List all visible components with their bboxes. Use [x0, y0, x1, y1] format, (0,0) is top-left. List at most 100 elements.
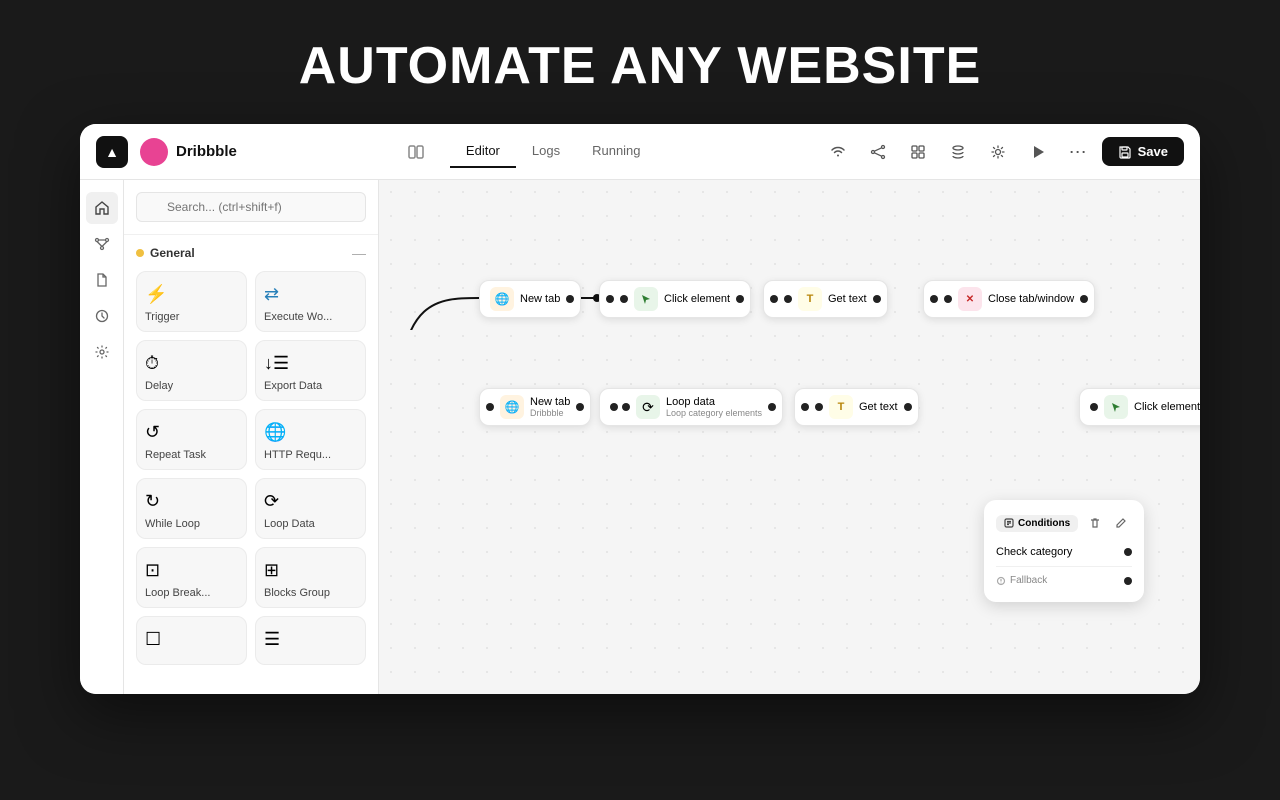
tab-bar: Editor Logs Running	[450, 135, 657, 168]
new-tab-bottom-icon: 🌐	[500, 395, 524, 419]
flow-node-new-tab-bottom[interactable]: 🌐 New tab Dribbble	[479, 388, 591, 426]
more-icon-button[interactable]: ⋯	[1062, 136, 1094, 168]
new-tab-bottom-sublabel: Dribbble	[530, 408, 570, 418]
save-button[interactable]: Save	[1102, 137, 1184, 166]
new-tab-top-port-right[interactable]	[566, 295, 574, 303]
condition-delete-button[interactable]	[1084, 512, 1106, 534]
loop-data-label: Loop data	[666, 396, 762, 408]
click-element-bottom-port-left[interactable]	[1090, 403, 1098, 411]
brand-dot	[140, 138, 168, 166]
stack-icon-button[interactable]	[942, 136, 974, 168]
tab-logs[interactable]: Logs	[516, 135, 576, 168]
panel-item-http-request[interactable]: 🌐 HTTP Requ...	[255, 409, 366, 470]
condition-edit-button[interactable]	[1110, 512, 1132, 534]
panel-item-execute-workflow-label: Execute Wo...	[264, 311, 332, 323]
get-text-top-port-l2[interactable]	[784, 295, 792, 303]
blocks-group-icon: ⊞	[264, 560, 279, 581]
panel-item-export-data[interactable]: ↓☰ Export Data	[255, 340, 366, 401]
search-input[interactable]	[136, 192, 366, 222]
sidebar-item-workflows[interactable]	[86, 228, 118, 260]
panel-item-repeat-task-label: Repeat Task	[145, 449, 206, 461]
panel-item-11[interactable]: ☐	[136, 616, 247, 665]
gear-icon-button[interactable]	[982, 136, 1014, 168]
condition-actions	[1084, 512, 1132, 534]
panel-item-loop-data[interactable]: ⟳ Loop Data	[255, 478, 366, 539]
flow-node-click-element-bottom[interactable]: Click element	[1079, 388, 1200, 426]
condition-check-category-port[interactable]	[1124, 548, 1132, 556]
section-title: General	[136, 246, 195, 260]
flow-node-loop-data[interactable]: ⟳ Loop data Loop category elements	[599, 388, 783, 426]
get-text-top-icon: T	[798, 287, 822, 311]
while-loop-icon: ↻	[145, 491, 160, 512]
flow-node-get-text-top[interactable]: T Get text	[763, 280, 888, 318]
panel-item-http-request-label: HTTP Requ...	[264, 449, 331, 461]
condition-fallback-port[interactable]	[1124, 577, 1132, 585]
click-element-bottom-icon	[1104, 395, 1128, 419]
new-tab-top-label: New tab	[520, 293, 560, 305]
icon-sidebar	[80, 180, 124, 694]
get-text-top-port-left[interactable]	[770, 295, 778, 303]
get-text-top-port-right[interactable]	[873, 295, 881, 303]
flow-node-click-element-top[interactable]: Click element	[599, 280, 751, 318]
section-dot	[136, 249, 144, 257]
export-data-icon: ↓☰	[264, 353, 289, 374]
brand-name: Dribbble	[176, 143, 237, 160]
flow-node-new-tab-top[interactable]: 🌐 New tab	[479, 280, 581, 318]
get-text-bottom-port-left[interactable]	[801, 403, 809, 411]
close-tab-top-icon: ✕	[958, 287, 982, 311]
flow-node-close-tab-top[interactable]: ✕ Close tab/window	[923, 280, 1095, 318]
get-text-bottom-icon: T	[829, 395, 853, 419]
condition-check-category-label: Check category	[996, 546, 1072, 558]
panel-item-delay-label: Delay	[145, 380, 173, 392]
sidebar-item-history[interactable]	[86, 300, 118, 332]
tab-editor[interactable]: Editor	[450, 135, 516, 168]
flow-canvas-area[interactable]: 🌐 New tab Click element	[379, 180, 1200, 694]
panel-item-trigger[interactable]: ⚡ Trigger	[136, 271, 247, 332]
click-element-top-port-left[interactable]	[606, 295, 614, 303]
click-element-top-port-left2[interactable]	[620, 295, 628, 303]
main-layout: 🔍 General — ⚡ Trigger ⇄	[80, 180, 1200, 694]
save-label: Save	[1138, 144, 1168, 159]
hero-title: AUTOMATE ANY WEBSITE	[299, 36, 982, 96]
panel-item-12[interactable]: ☰	[255, 616, 366, 665]
repeat-task-icon: ↺	[145, 422, 160, 443]
loop-data-icon: ⟳	[264, 491, 279, 512]
panel-sidebar: 🔍 General — ⚡ Trigger ⇄	[124, 180, 379, 694]
close-tab-top-port-l2[interactable]	[944, 295, 952, 303]
condition-check-category-row: Check category	[996, 542, 1132, 562]
panel-item-blocks-group[interactable]: ⊞ Blocks Group	[255, 547, 366, 608]
sidebar-toggle-button[interactable]	[402, 138, 430, 166]
sidebar-item-settings[interactable]	[86, 336, 118, 368]
get-text-bottom-port-l2[interactable]	[815, 403, 823, 411]
grid-icon-button[interactable]	[902, 136, 934, 168]
panel-item-delay[interactable]: ⏱ Delay	[136, 340, 247, 401]
sidebar-item-files[interactable]	[86, 264, 118, 296]
click-element-top-port-right[interactable]	[736, 295, 744, 303]
panel-item-while-loop[interactable]: ↻ While Loop	[136, 478, 247, 539]
flow-canvas: 🌐 New tab Click element	[379, 180, 1200, 694]
close-tab-top-port-right[interactable]	[1080, 295, 1088, 303]
loop-data-port-right[interactable]	[768, 403, 776, 411]
panel-item-execute-workflow[interactable]: ⇄ Execute Wo...	[255, 271, 366, 332]
loop-data-port-left2[interactable]	[622, 403, 630, 411]
share-icon-button[interactable]	[862, 136, 894, 168]
panel-item-loop-break[interactable]: ⊡ Loop Break...	[136, 547, 247, 608]
item11-icon: ☐	[145, 629, 161, 650]
condition-popup[interactable]: Conditions	[984, 500, 1144, 602]
play-icon-button[interactable]	[1022, 136, 1054, 168]
new-tab-bottom-port-left[interactable]	[486, 403, 494, 411]
flow-node-get-text-bottom[interactable]: T Get text	[794, 388, 919, 426]
wireless-icon-button[interactable]	[822, 136, 854, 168]
get-text-bottom-port-right[interactable]	[904, 403, 912, 411]
tab-running[interactable]: Running	[576, 135, 656, 168]
panel-item-repeat-task[interactable]: ↺ Repeat Task	[136, 409, 247, 470]
item12-icon: ☰	[264, 629, 280, 650]
app-logo-icon: ▲	[96, 136, 128, 168]
close-tab-top-port-left[interactable]	[930, 295, 938, 303]
sidebar-item-home[interactable]	[86, 192, 118, 224]
loop-data-port-left[interactable]	[610, 403, 618, 411]
topbar-actions: ⋯ Save	[822, 136, 1184, 168]
section-collapse-button[interactable]: —	[352, 245, 366, 261]
new-tab-bottom-port-right[interactable]	[576, 403, 584, 411]
topbar: ▲ Dribbble Editor Logs Running	[80, 124, 1200, 180]
